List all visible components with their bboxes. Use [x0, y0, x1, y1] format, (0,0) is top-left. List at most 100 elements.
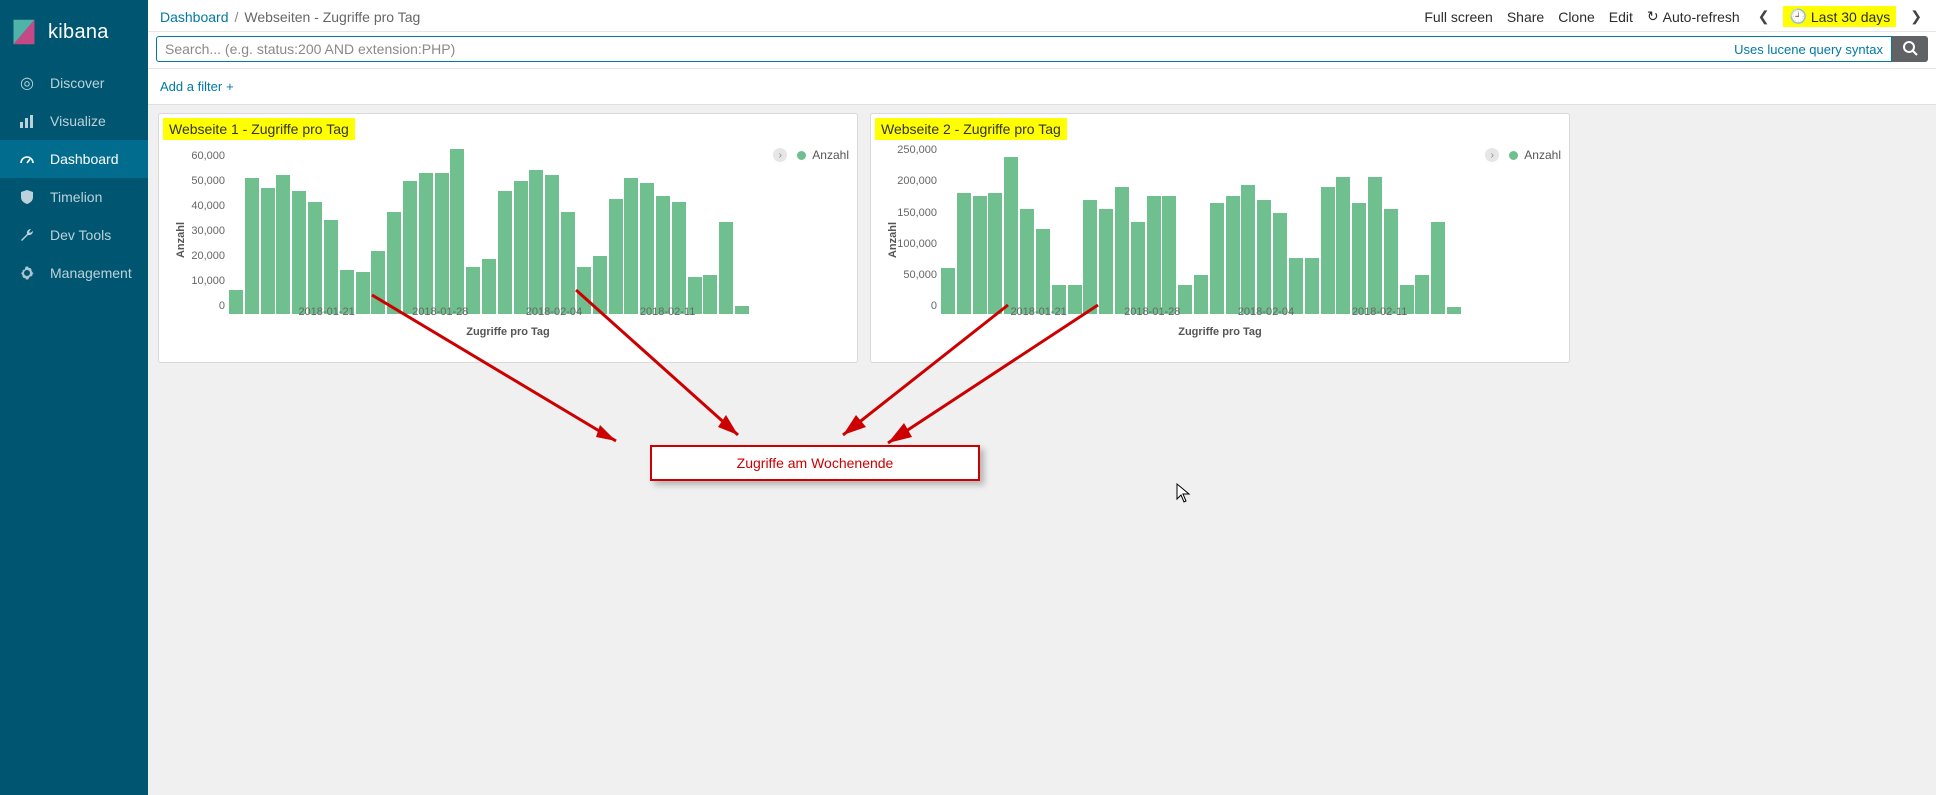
bar[interactable] [514, 181, 528, 314]
bar[interactable] [672, 202, 686, 314]
sidebar-item-discover[interactable]: ◎ Discover [0, 64, 148, 102]
legend: › Anzahl [1485, 148, 1561, 162]
main: Dashboard / Webseiten - Zugriffe pro Tag… [148, 0, 1936, 795]
bar[interactable] [498, 191, 512, 314]
bar[interactable] [371, 251, 385, 314]
bar[interactable] [435, 173, 449, 314]
bar[interactable] [656, 196, 670, 314]
legend-label[interactable]: Anzahl [1524, 148, 1561, 162]
y-axis: 010,00020,00030,00040,00050,00060,000 [189, 144, 229, 306]
autorefresh-button[interactable]: ↻ Auto-refresh [1647, 8, 1740, 25]
cursor-icon [1176, 483, 1192, 508]
y-tick: 40,000 [191, 200, 225, 212]
bar[interactable] [561, 212, 575, 314]
x-axis: 2018-01-212018-01-282018-02-042018-02-11 [221, 306, 757, 322]
bar[interactable] [245, 178, 259, 314]
topbar: Dashboard / Webseiten - Zugriffe pro Tag… [148, 0, 1936, 32]
search-button[interactable] [1892, 36, 1928, 62]
lucene-hint[interactable]: Uses lucene query syntax [1734, 42, 1883, 57]
bar[interactable] [640, 183, 654, 314]
bar[interactable] [261, 188, 275, 314]
y-tick: 30,000 [191, 225, 225, 237]
bar[interactable] [1004, 157, 1018, 314]
bar[interactable] [529, 170, 543, 314]
breadcrumb-root[interactable]: Dashboard [160, 9, 229, 25]
dashboard-body: Webseite 1 - Zugriffe pro Tag Anzahl 010… [148, 105, 1936, 795]
legend-dot-icon [797, 151, 806, 160]
bar[interactable] [450, 149, 464, 314]
clock-icon: 🕘 [1789, 8, 1806, 25]
panel-title: Webseite 2 - Zugriffe pro Tag [875, 118, 1067, 140]
time-next-button[interactable]: ❯ [1906, 8, 1926, 25]
x-axis-label: Zugriffe pro Tag [159, 326, 857, 338]
autorefresh-label: Auto-refresh [1663, 9, 1740, 25]
bar[interactable] [545, 175, 559, 314]
bar[interactable] [308, 202, 322, 314]
bar[interactable] [276, 175, 290, 314]
y-tick: 10,000 [191, 275, 225, 287]
x-axis-label: Zugriffe pro Tag [871, 326, 1569, 338]
panel-title: Webseite 1 - Zugriffe pro Tag [163, 118, 355, 140]
bar[interactable] [1210, 203, 1224, 314]
clone-button[interactable]: Clone [1558, 9, 1595, 25]
brand-label: kibana [48, 21, 109, 44]
time-prev-button[interactable]: ❮ [1754, 8, 1774, 25]
shield-icon [18, 188, 36, 206]
bar[interactable] [324, 220, 338, 314]
bar[interactable] [957, 193, 971, 314]
gear-icon [18, 264, 36, 282]
bar[interactable] [1336, 177, 1350, 314]
bar[interactable] [1384, 209, 1398, 314]
chart-web1: Anzahl 010,00020,00030,00040,00050,00060… [159, 140, 857, 340]
annotation-label: Zugriffe am Wochenende [737, 455, 894, 471]
bar[interactable] [719, 222, 733, 314]
share-button[interactable]: Share [1507, 9, 1544, 25]
kibana-logo-icon [10, 18, 38, 46]
sidebar-item-management[interactable]: Management [0, 254, 148, 292]
plus-icon: + [226, 79, 234, 94]
bar[interactable] [1273, 213, 1287, 314]
bar[interactable] [1083, 200, 1097, 314]
add-filter-button[interactable]: Add a filter + [160, 79, 234, 94]
bar[interactable] [1036, 229, 1050, 314]
sidebar-item-label: Visualize [50, 113, 106, 129]
bar[interactable] [1241, 185, 1255, 314]
bar[interactable] [1321, 187, 1335, 315]
bar[interactable] [609, 199, 623, 314]
bar[interactable] [1162, 196, 1176, 314]
legend-label[interactable]: Anzahl [812, 148, 849, 162]
bar[interactable] [1368, 177, 1382, 314]
chart-web2: Anzahl 050,000100,000150,000200,000250,0… [871, 140, 1569, 340]
sidebar-item-dashboard[interactable]: Dashboard [0, 140, 148, 178]
legend-collapse-icon[interactable]: › [773, 148, 787, 162]
bars [229, 144, 749, 314]
fullscreen-button[interactable]: Full screen [1424, 9, 1492, 25]
bar[interactable] [1131, 222, 1145, 314]
sidebar-item-devtools[interactable]: Dev Tools [0, 216, 148, 254]
sidebar-item-visualize[interactable]: Visualize [0, 102, 148, 140]
bar[interactable] [387, 212, 401, 314]
bar[interactable] [973, 196, 987, 314]
bar[interactable] [988, 193, 1002, 314]
y-tick: 250,000 [897, 144, 937, 156]
search-input[interactable] [165, 41, 1726, 57]
bar[interactable] [1147, 196, 1161, 314]
edit-button[interactable]: Edit [1609, 9, 1633, 25]
bar[interactable] [403, 181, 417, 314]
bar[interactable] [419, 173, 433, 314]
bar[interactable] [1099, 209, 1113, 314]
bar[interactable] [292, 191, 306, 314]
bar[interactable] [1352, 203, 1366, 314]
timepicker-button[interactable]: 🕘 Last 30 days [1783, 6, 1896, 27]
gauge-icon [18, 150, 36, 168]
bar[interactable] [1020, 209, 1034, 314]
bar[interactable] [1431, 222, 1445, 314]
bar[interactable] [1257, 200, 1271, 314]
breadcrumb-current: Webseiten - Zugriffe pro Tag [244, 9, 420, 25]
bar[interactable] [624, 178, 638, 314]
bar[interactable] [1115, 187, 1129, 315]
y-axis-label: Anzahl [175, 222, 187, 258]
sidebar-item-timelion[interactable]: Timelion [0, 178, 148, 216]
legend-collapse-icon[interactable]: › [1485, 148, 1499, 162]
bar[interactable] [1226, 196, 1240, 314]
